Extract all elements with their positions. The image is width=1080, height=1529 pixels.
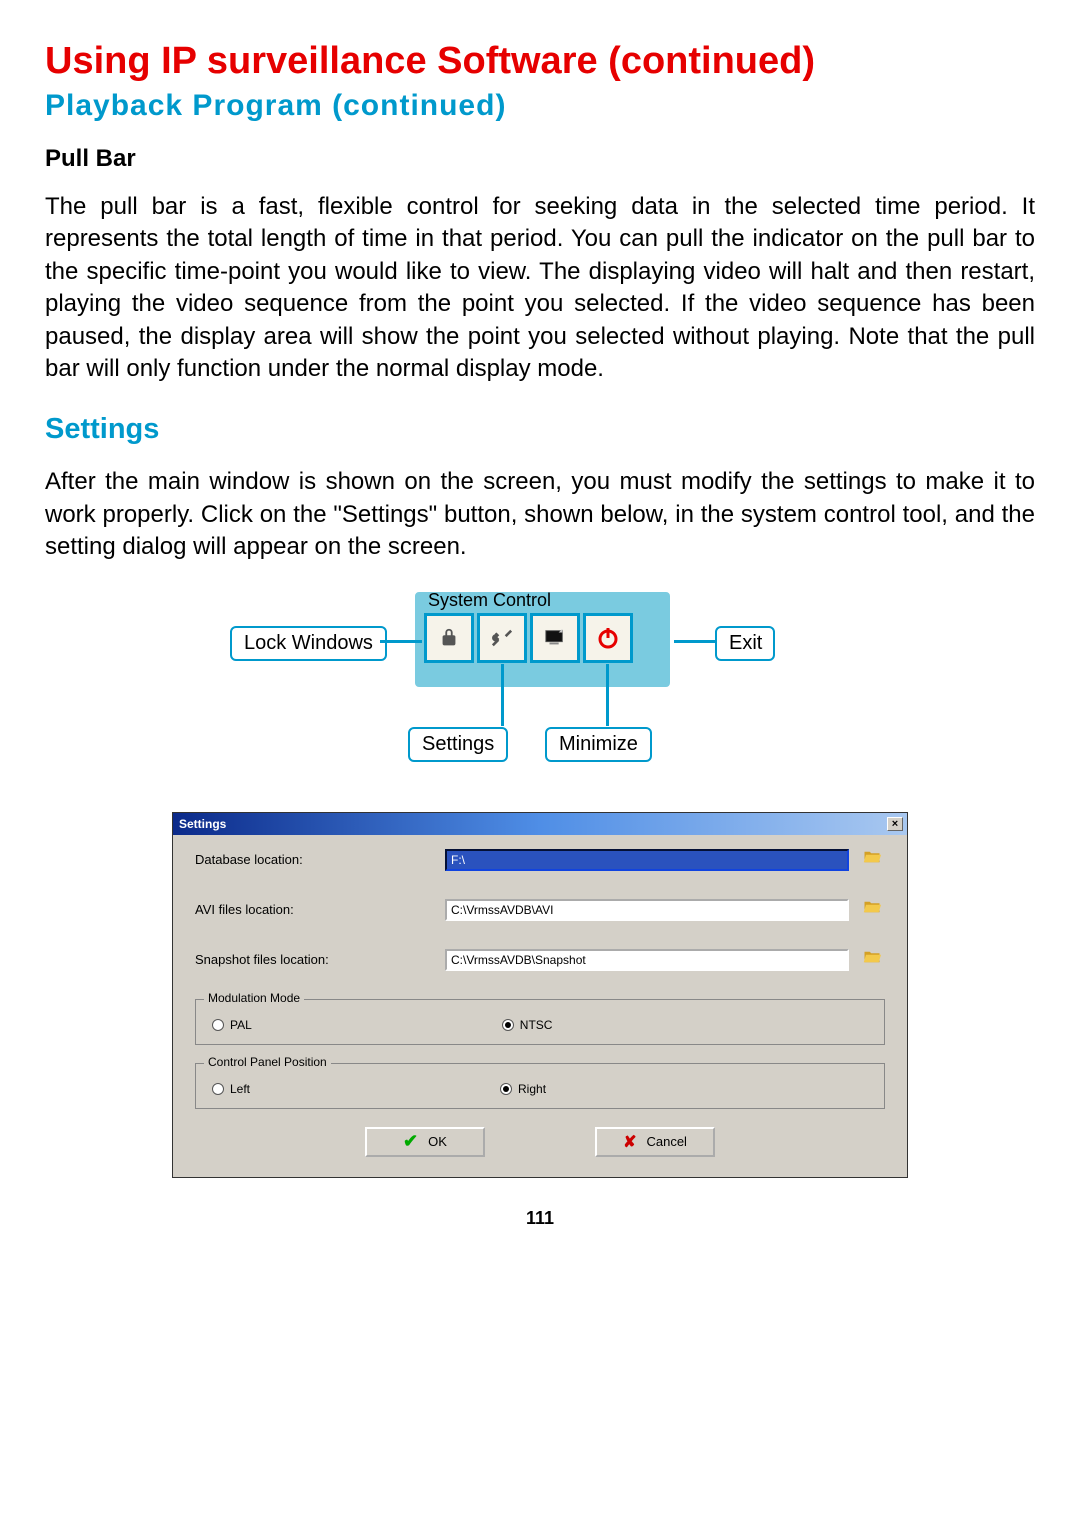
page-subtitle: Playback Program (continued) bbox=[45, 89, 1035, 123]
dialog-close-button[interactable]: × bbox=[887, 817, 903, 831]
browse-avi-button[interactable] bbox=[859, 900, 885, 919]
folder-open-icon bbox=[863, 950, 881, 964]
modulation-mode-label: Modulation Mode bbox=[204, 991, 304, 1005]
database-location-label: Database location: bbox=[195, 852, 445, 867]
system-control-diagram: System Control Lock Windows Exit Setting… bbox=[45, 592, 1035, 782]
exit-callout: Exit bbox=[715, 626, 775, 661]
system-control-legend: System Control bbox=[428, 590, 551, 611]
minimize-button[interactable] bbox=[531, 614, 579, 662]
settings-button[interactable] bbox=[478, 614, 526, 662]
monitor-minimize-icon bbox=[543, 627, 567, 649]
snapshot-location-input[interactable]: C:\VrmssAVDB\Snapshot bbox=[445, 949, 849, 971]
minimize-callout: Minimize bbox=[545, 727, 652, 762]
avi-location-label: AVI files location: bbox=[195, 902, 445, 917]
control-panel-position-label: Control Panel Position bbox=[204, 1055, 331, 1069]
lock-icon bbox=[438, 627, 460, 649]
page-title: Using IP surveillance Software (continue… bbox=[45, 40, 1035, 83]
lock-windows-callout: Lock Windows bbox=[230, 626, 387, 661]
x-icon: ✘ bbox=[623, 1132, 636, 1152]
pull-bar-heading: Pull Bar bbox=[45, 145, 1035, 173]
settings-paragraph: After the main window is shown on the sc… bbox=[45, 466, 1035, 563]
folder-open-icon bbox=[863, 900, 881, 914]
settings-dialog: Settings × Database location: F:\ AVI fi… bbox=[172, 812, 908, 1178]
ntsc-radio[interactable]: NTSC bbox=[502, 1018, 553, 1032]
ntsc-label: NTSC bbox=[520, 1018, 553, 1032]
browse-db-button[interactable] bbox=[859, 850, 885, 869]
check-icon: ✔ bbox=[403, 1131, 418, 1152]
left-radio[interactable]: Left bbox=[212, 1082, 250, 1096]
settings-callout: Settings bbox=[408, 727, 508, 762]
lock-windows-button[interactable] bbox=[425, 614, 473, 662]
modulation-mode-group: Modulation Mode PAL NTSC bbox=[195, 999, 885, 1045]
browse-snapshot-button[interactable] bbox=[859, 950, 885, 969]
cancel-button[interactable]: ✘ Cancel bbox=[595, 1127, 715, 1157]
power-icon bbox=[596, 626, 620, 650]
dialog-title: Settings bbox=[179, 817, 226, 831]
page-number: 111 bbox=[45, 1208, 1035, 1229]
cancel-label: Cancel bbox=[646, 1134, 686, 1149]
right-label: Right bbox=[518, 1082, 546, 1096]
right-radio[interactable]: Right bbox=[500, 1082, 546, 1096]
ok-label: OK bbox=[428, 1134, 447, 1149]
left-label: Left bbox=[230, 1082, 250, 1096]
snapshot-location-label: Snapshot files location: bbox=[195, 952, 445, 967]
pull-bar-paragraph: The pull bar is a fast, flexible control… bbox=[45, 191, 1035, 385]
ok-button[interactable]: ✔ OK bbox=[365, 1127, 485, 1157]
folder-open-icon bbox=[863, 850, 881, 864]
tools-icon bbox=[491, 627, 513, 649]
control-panel-position-group: Control Panel Position Left Right bbox=[195, 1063, 885, 1109]
exit-button[interactable] bbox=[584, 614, 632, 662]
avi-location-input[interactable]: C:\VrmssAVDB\AVI bbox=[445, 899, 849, 921]
pal-radio[interactable]: PAL bbox=[212, 1018, 252, 1032]
database-location-input[interactable]: F:\ bbox=[445, 849, 849, 871]
settings-heading: Settings bbox=[45, 413, 1035, 446]
dialog-titlebar: Settings × bbox=[173, 813, 907, 835]
pal-label: PAL bbox=[230, 1018, 252, 1032]
